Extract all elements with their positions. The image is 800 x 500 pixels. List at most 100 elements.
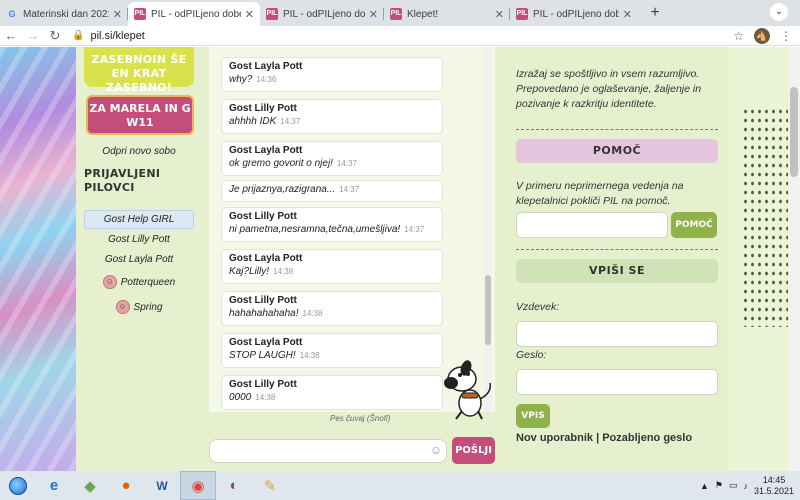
chat-message-input[interactable]: [209, 439, 447, 463]
user-name: Gost Layla Pott: [104, 254, 174, 265]
back-icon[interactable]: ←: [0, 28, 22, 43]
message-time: 14:38: [302, 309, 323, 318]
dog-mascot-icon: [444, 360, 492, 420]
user-name: Gost Lilly Pott: [108, 234, 170, 245]
android-tool-icon[interactable]: ◆: [72, 471, 108, 500]
nickname-input[interactable]: [516, 321, 718, 347]
user-item[interactable]: Gost Lilly Pott: [84, 230, 194, 249]
send-button[interactable]: POŠLJI: [452, 437, 495, 464]
user-item[interactable]: ☺ Potterqueen: [84, 270, 194, 294]
tray-arrow-icon[interactable]: ▲: [700, 481, 709, 491]
room-button-marela[interactable]: ZA MARELA IN G W11: [86, 95, 194, 135]
user-avatar-icon: ☺: [115, 300, 130, 314]
firefox-icon[interactable]: ●: [108, 471, 144, 500]
message-text: ni pametna,nesramna,tečna,umešljiva!: [229, 224, 401, 235]
user-item[interactable]: Gost Layla Pott: [84, 250, 194, 269]
chat-message: Gost Layla Pott STOP LAUGH! 14:38: [221, 333, 443, 368]
reload-icon[interactable]: ↻: [44, 28, 66, 44]
open-new-room-link[interactable]: Odpri novo sobo: [84, 146, 194, 157]
pil-favicon-icon: PIL: [134, 8, 146, 20]
message-author: Gost Lilly Pott: [229, 295, 297, 306]
menu-dots-icon[interactable]: ⋮: [780, 29, 792, 43]
browser-tab-4[interactable]: PIL PIL - odPILjeno dober! ✕: [510, 2, 638, 26]
message-text: Kaj?Lilly!: [229, 266, 270, 277]
internet-explorer-icon[interactable]: e: [36, 471, 72, 500]
message-author: Gost Layla Pott: [229, 253, 303, 264]
help-section-title: POMOČ: [516, 139, 718, 163]
bookmark-star-icon[interactable]: ☆: [733, 29, 744, 43]
pil-favicon-icon: PIL: [266, 8, 278, 20]
login-button[interactable]: VPIS: [516, 404, 550, 428]
address-bar[interactable]: 🔒 pil.si/klepet: [72, 27, 733, 44]
chat-message: Gost Layla Pott Kaj?Lilly! 14:38: [221, 249, 443, 284]
help-button[interactable]: POMOČ: [671, 212, 717, 238]
message-time: 14:37: [339, 185, 360, 194]
message-text: ok gremo govorit o njej!: [229, 158, 333, 169]
page-scrollbar[interactable]: [788, 47, 800, 471]
browser-toolbar: ← → ↻ 🔒 pil.si/klepet ☆ 🐴 ⋮: [0, 26, 800, 46]
start-button[interactable]: [0, 471, 36, 500]
tor-browser-icon[interactable]: ◐: [216, 471, 252, 500]
chat-window: Gost Layla Pott why? 14:36 Gost Lilly Pot…: [209, 47, 495, 412]
close-tab-icon[interactable]: ✕: [623, 8, 632, 21]
page-scrollbar-thumb[interactable]: [790, 87, 798, 177]
link-separator: |: [596, 432, 600, 444]
chat-scrollbar-thumb[interactable]: [485, 275, 491, 345]
room-button-zasebno[interactable]: ZASEBNOIN ŠE EN KRAT ZASEBNO!: [84, 47, 194, 94]
close-tab-icon[interactable]: ✕: [369, 8, 378, 21]
chat-message: Gost Lilly Pott ni pametna,nesramna,tečn…: [221, 207, 443, 242]
message-time: 14:38: [273, 267, 294, 276]
message-text: why?: [229, 74, 253, 85]
password-label: Geslo:: [516, 349, 547, 361]
emoji-icon[interactable]: ☺: [430, 443, 442, 457]
message-text: Je prijaznya,razigrana...: [229, 184, 336, 195]
chat-messages[interactable]: Gost Layla Pott why? 14:36 Gost Lilly Pot…: [217, 47, 483, 412]
message-author: Gost Layla Pott: [229, 145, 303, 156]
new-tab-button[interactable]: +: [644, 3, 666, 25]
close-tab-icon[interactable]: ✕: [245, 8, 254, 21]
new-user-link[interactable]: Nov uporabnik: [516, 432, 593, 444]
user-item[interactable]: Gost Help GIRL: [84, 210, 194, 229]
close-tab-icon[interactable]: ✕: [495, 8, 504, 21]
word-icon[interactable]: W: [144, 471, 180, 500]
windows-taskbar: e ◆ ● W ◉ ◐ ✎ ▲ ⚑ ▭ ♪ 14:45 31.5.2021: [0, 471, 800, 500]
help-input[interactable]: [516, 212, 668, 238]
forgot-password-link[interactable]: Pozabljeno geslo: [602, 432, 692, 444]
message-author: Gost Lilly Pott: [229, 379, 297, 390]
tab-title: PIL - odPILjeno dober!: [283, 8, 365, 20]
tab-title: Klepet!: [407, 8, 439, 20]
tab-search-icon[interactable]: ⌄: [770, 3, 788, 21]
monitor-icon[interactable]: ▭: [729, 480, 738, 491]
browser-tab-1[interactable]: PIL PIL - odPILjeno dober! ✕: [128, 2, 260, 26]
clock-time: 14:45: [762, 474, 786, 485]
google-favicon-icon: G: [8, 9, 16, 19]
clock-date: 31.5.2021: [753, 485, 794, 496]
chat-rules-text: Izražaj se spoštljivo in vsem razumljivo…: [516, 68, 702, 110]
forward-icon[interactable]: →: [22, 28, 44, 43]
message-time: 14:38: [255, 393, 276, 402]
message-time: 14:38: [299, 351, 320, 360]
message-author: Gost Layla Pott: [229, 61, 303, 72]
message-time: 14:37: [404, 225, 425, 234]
flag-icon[interactable]: ⚑: [715, 480, 723, 491]
chat-message: Gost Layla Pott why? 14:36: [221, 57, 443, 92]
chat-scrollbar[interactable]: [484, 47, 492, 412]
clock[interactable]: 14:45 31.5.2021: [754, 475, 794, 497]
chat-message: Gost Lilly Pott 0000 14:38: [221, 375, 443, 410]
close-tab-icon[interactable]: ✕: [113, 8, 122, 21]
message-author: Gost Lilly Pott: [229, 211, 297, 222]
user-item[interactable]: ☺ Spring: [84, 295, 194, 319]
chrome-icon[interactable]: ◉: [180, 471, 216, 500]
pil-favicon-icon: PIL: [516, 8, 528, 20]
profile-avatar[interactable]: 🐴: [754, 27, 770, 44]
browser-tab-0[interactable]: G Materinski dan 2021 ( ✕: [0, 2, 128, 26]
paint-icon[interactable]: ✎: [252, 471, 288, 500]
chat-message: Je prijaznya,razigrana... 14:37: [221, 180, 443, 202]
pil-favicon-icon: PIL: [390, 8, 402, 20]
password-input[interactable]: [516, 369, 718, 395]
lock-icon[interactable]: 🔒: [72, 30, 84, 41]
browser-tab-2[interactable]: PIL PIL - odPILjeno dober! ✕: [260, 2, 384, 26]
volume-icon[interactable]: ♪: [743, 481, 748, 491]
account-links: Nov uporabnik | Pozabljeno geslo: [516, 432, 692, 444]
browser-tab-3[interactable]: PIL Klepet! ✕: [384, 2, 510, 26]
